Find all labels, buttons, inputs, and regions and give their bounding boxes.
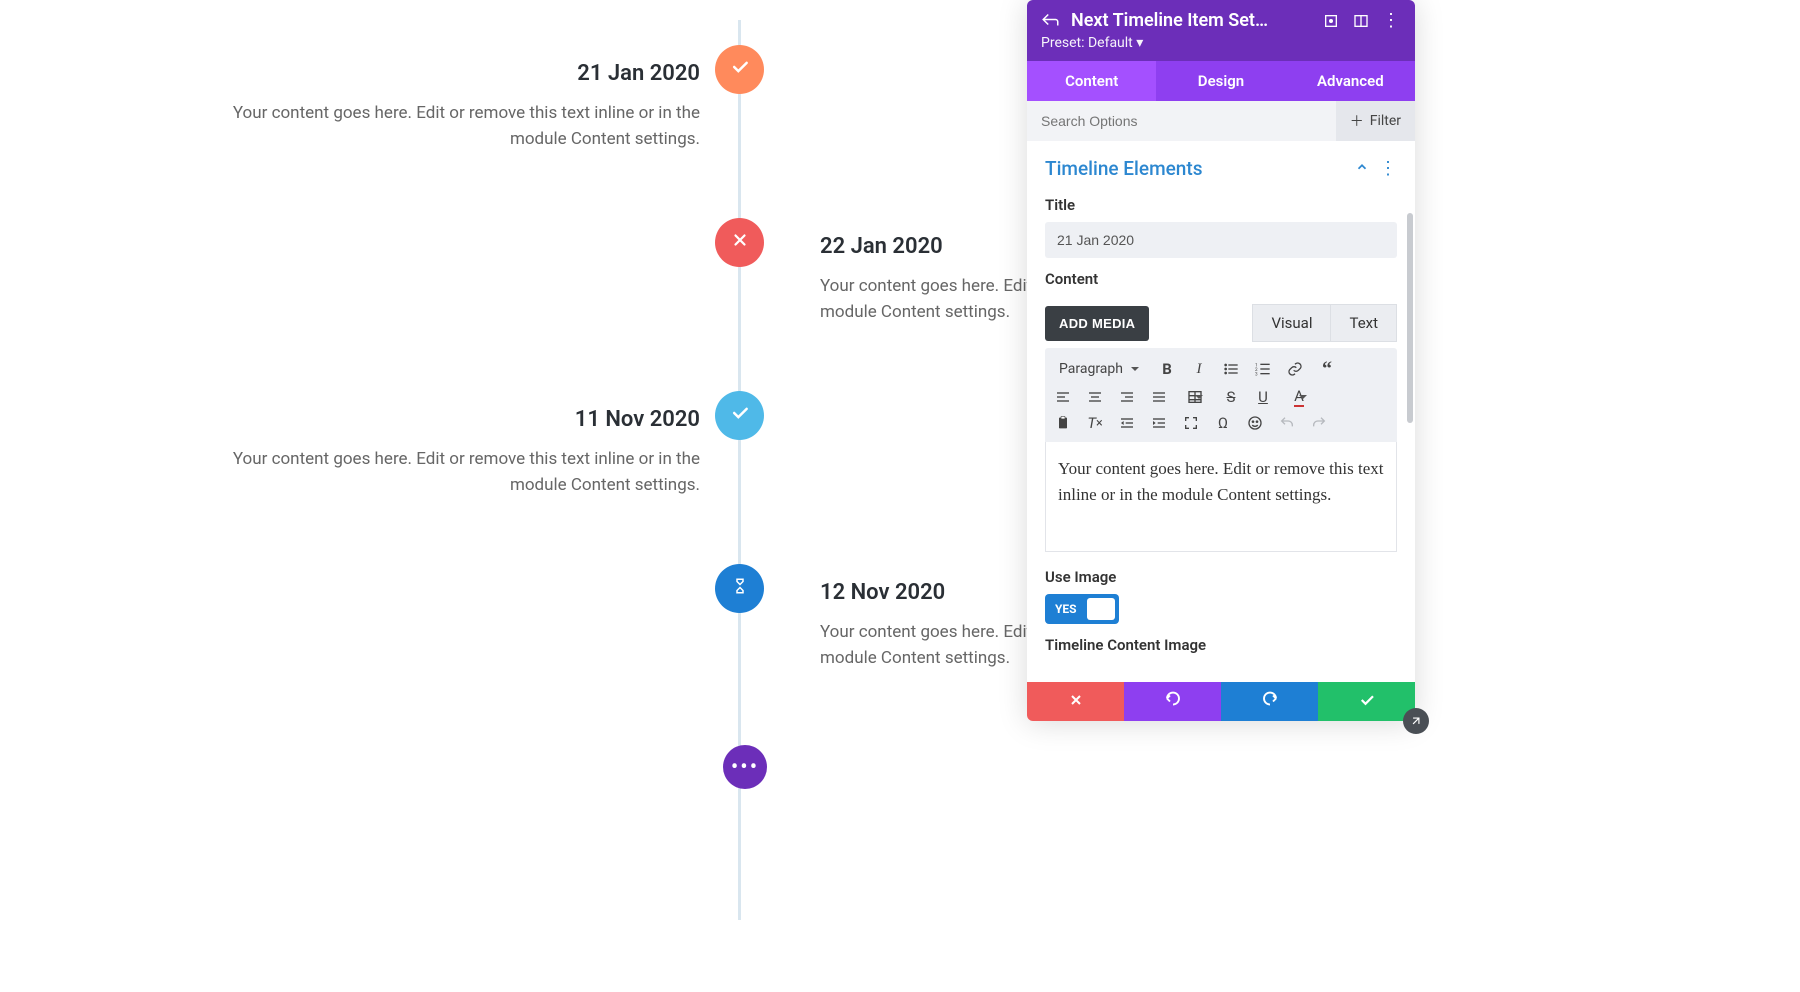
underline-icon[interactable]: U: [1253, 387, 1273, 407]
panel-header: Next Timeline Item Set… ⋮ Preset: Defaul…: [1027, 0, 1415, 61]
scrollbar[interactable]: [1407, 213, 1413, 423]
field-label: Content: [1045, 270, 1397, 288]
clear-format-icon[interactable]: T×: [1085, 413, 1105, 433]
content-editor[interactable]: Your content goes here. Edit or remove t…: [1045, 442, 1397, 552]
add-media-button[interactable]: ADD MEDIA: [1045, 306, 1149, 341]
toggle-label: YES: [1049, 602, 1081, 616]
align-center-icon[interactable]: [1085, 387, 1105, 407]
timeline-badge[interactable]: [715, 391, 764, 440]
editor-tab-visual[interactable]: Visual: [1252, 304, 1331, 342]
field-title: Title: [1027, 190, 1415, 264]
redo-icon: [1309, 413, 1329, 433]
table-icon[interactable]: [1181, 387, 1209, 407]
tab-advanced[interactable]: Advanced: [1286, 61, 1415, 101]
dots-icon: •••: [731, 755, 759, 780]
filter-button[interactable]: ＋ Filter: [1336, 101, 1415, 141]
more-icon[interactable]: ⋮: [1381, 11, 1401, 31]
omega-icon[interactable]: Ω: [1213, 413, 1233, 433]
tab-design[interactable]: Design: [1156, 61, 1285, 101]
panel-title: Next Timeline Item Set…: [1071, 10, 1311, 31]
timeline-desc: Your content goes here. Edit or remove t…: [230, 100, 700, 153]
align-left-icon[interactable]: [1053, 387, 1073, 407]
undo-icon: [1164, 691, 1182, 713]
editor-top-row: ADD MEDIA Visual Text: [1027, 304, 1415, 342]
outdent-icon[interactable]: [1117, 413, 1137, 433]
settings-panel: Next Timeline Item Set… ⋮ Preset: Defaul…: [1027, 0, 1415, 721]
timeline-title: 21 Jan 2020: [230, 61, 700, 86]
filter-label: Filter: [1370, 113, 1401, 129]
emoji-icon[interactable]: [1245, 413, 1265, 433]
number-list-icon[interactable]: 123: [1253, 359, 1273, 379]
expand-icon[interactable]: [1321, 11, 1341, 31]
more-icon[interactable]: ⋮: [1379, 158, 1397, 179]
columns-icon[interactable]: [1351, 11, 1371, 31]
section-title: Timeline Elements: [1045, 157, 1345, 180]
close-icon: [731, 230, 749, 255]
search-input[interactable]: [1027, 102, 1336, 140]
timeline-canvas: 21 Jan 2020 Your content goes here. Edit…: [0, 0, 1027, 992]
editor-toolbar: Paragraph B I 123 “ S U A T×: [1045, 348, 1397, 442]
align-justify-icon[interactable]: [1149, 387, 1169, 407]
format-select[interactable]: Paragraph: [1053, 357, 1145, 381]
panel-action-row: [1027, 682, 1415, 721]
undo-icon: [1277, 413, 1297, 433]
title-input[interactable]: [1045, 222, 1397, 258]
save-button[interactable]: [1318, 682, 1415, 721]
use-image-toggle[interactable]: YES: [1045, 594, 1119, 624]
timeline-more-button[interactable]: •••: [723, 745, 767, 789]
undo-button[interactable]: [1124, 682, 1221, 721]
italic-icon[interactable]: I: [1189, 359, 1209, 379]
check-icon: [730, 57, 750, 83]
timeline-badge[interactable]: [715, 218, 764, 267]
timeline-badge[interactable]: [715, 45, 764, 94]
section-header[interactable]: Timeline Elements ⋮: [1027, 141, 1415, 190]
panel-body: Timeline Elements ⋮ Title Content ADD ME…: [1027, 141, 1415, 721]
check-icon: [730, 403, 750, 429]
editor-mode-tabs: Visual Text: [1252, 304, 1397, 342]
preset-dropdown[interactable]: Preset: Default ▾: [1041, 35, 1401, 51]
editor-tab-text[interactable]: Text: [1330, 304, 1397, 342]
timeline-title: 11 Nov 2020: [230, 407, 700, 432]
bold-icon[interactable]: B: [1157, 359, 1177, 379]
discard-button[interactable]: [1027, 682, 1124, 721]
field-label: Timeline Content Image: [1045, 636, 1397, 654]
field-timeline-image: Timeline Content Image: [1027, 630, 1415, 688]
tab-content[interactable]: Content: [1027, 61, 1156, 101]
plus-icon: ＋: [1350, 111, 1364, 131]
timeline-desc: Your content goes here. Edit or remove t…: [230, 446, 700, 499]
svg-text:3: 3: [1255, 372, 1258, 377]
quote-icon[interactable]: “: [1317, 359, 1337, 379]
toggle-knob: [1087, 598, 1115, 620]
strikethrough-icon[interactable]: S: [1221, 387, 1241, 407]
search-bar: ＋ Filter: [1027, 101, 1415, 141]
paste-icon[interactable]: [1053, 413, 1073, 433]
fullscreen-icon[interactable]: [1181, 413, 1201, 433]
redo-icon: [1261, 691, 1279, 713]
hourglass-icon: [731, 576, 749, 601]
indent-icon[interactable]: [1149, 413, 1169, 433]
align-right-icon[interactable]: [1117, 387, 1137, 407]
chevron-up-icon[interactable]: [1355, 159, 1369, 178]
field-label: Use Image: [1045, 568, 1397, 586]
back-icon[interactable]: [1041, 11, 1061, 31]
link-icon[interactable]: [1285, 359, 1305, 379]
panel-tabs: Content Design Advanced: [1027, 61, 1415, 101]
text-color-icon[interactable]: A: [1285, 387, 1313, 407]
field-content: Content: [1027, 264, 1415, 298]
close-icon: [1068, 692, 1084, 712]
timeline-card[interactable]: 11 Nov 2020 Your content goes here. Edit…: [230, 407, 700, 499]
timeline-badge[interactable]: [715, 564, 764, 613]
timeline-card[interactable]: 21 Jan 2020 Your content goes here. Edit…: [230, 61, 700, 153]
redo-button[interactable]: [1221, 682, 1318, 721]
bullet-list-icon[interactable]: [1221, 359, 1241, 379]
field-use-image: Use Image YES: [1027, 562, 1415, 630]
check-icon: [1358, 691, 1376, 713]
resize-handle[interactable]: [1403, 708, 1429, 734]
field-label: Title: [1045, 196, 1397, 214]
